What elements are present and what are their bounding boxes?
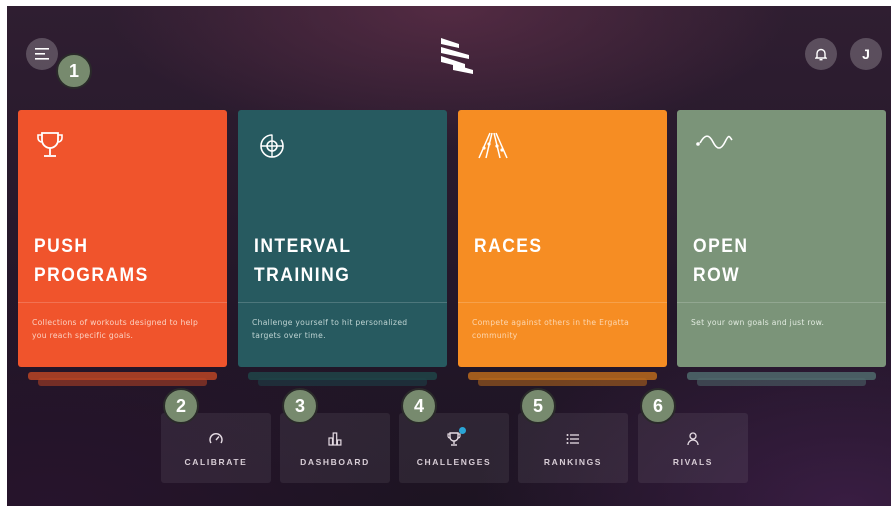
card-push-programs-container: PUSH PROGRAMS Collections of workouts de… xyxy=(18,110,227,386)
callout-badge-1: 1 xyxy=(56,53,92,89)
card-stack-middle xyxy=(28,372,217,380)
menu-button[interactable] xyxy=(26,38,58,70)
tab-label: RIVALS xyxy=(672,457,714,467)
card-push-programs[interactable]: PUSH PROGRAMS Collections of workouts de… xyxy=(18,110,227,367)
avatar-initial: J xyxy=(862,46,870,62)
race-lanes-icon xyxy=(478,132,508,159)
app-screen: J PUSH PROGRAMS Collections of workouts … xyxy=(7,6,891,506)
list-icon xyxy=(566,434,579,444)
bell-icon xyxy=(815,48,827,60)
hamburger-menu-icon xyxy=(35,48,49,60)
bar-chart-icon xyxy=(328,432,342,446)
card-description: Compete against others in the Ergatta co… xyxy=(472,318,630,340)
target-icon xyxy=(260,134,284,158)
callout-badge-3: 3 xyxy=(282,388,318,424)
card-title: PUSH PROGRAMS xyxy=(34,236,149,286)
person-icon xyxy=(687,432,699,446)
tab-label: RANKINGS xyxy=(543,457,603,467)
tab-label: CHALLENGES xyxy=(416,457,492,467)
card-description: Challenge yourself to hit personalized t… xyxy=(252,318,408,340)
card-races-container: RACES Compete against others in the Erga… xyxy=(458,110,667,386)
card-divider xyxy=(458,302,667,303)
callout-badge-6: 6 xyxy=(640,388,676,424)
card-divider xyxy=(677,302,886,303)
card-title: INTERVAL TRAINING xyxy=(254,236,352,286)
callout-badge-5: 5 xyxy=(520,388,556,424)
profile-avatar-button[interactable]: J xyxy=(850,38,882,70)
card-open-row[interactable]: OPEN ROW Set your own goals and just row… xyxy=(677,110,886,367)
card-races[interactable]: RACES Compete against others in the Erga… xyxy=(458,110,667,367)
ergatta-logo-icon xyxy=(441,38,473,74)
card-interval-training-container: INTERVAL TRAINING Challenge yourself to … xyxy=(238,110,447,386)
callout-badge-2: 2 xyxy=(163,388,199,424)
card-divider xyxy=(18,302,227,303)
card-title: RACES xyxy=(474,236,543,257)
card-interval-training[interactable]: INTERVAL TRAINING Challenge yourself to … xyxy=(238,110,447,367)
new-challenge-indicator xyxy=(459,427,466,434)
callout-badge-4: 4 xyxy=(401,388,437,424)
trophy-icon xyxy=(37,132,63,157)
card-stack-middle xyxy=(468,372,657,380)
tab-label: CALIBRATE xyxy=(184,457,248,467)
card-divider xyxy=(238,302,447,303)
gauge-icon xyxy=(209,433,223,444)
card-description: Collections of workouts designed to help… xyxy=(32,318,199,340)
notifications-button[interactable] xyxy=(805,38,837,70)
card-description: Set your own goals and just row. xyxy=(691,318,825,327)
wave-icon xyxy=(696,135,733,149)
card-stack-middle xyxy=(687,372,876,380)
card-open-row-container: OPEN ROW Set your own goals and just row… xyxy=(677,110,886,386)
card-title: OPEN ROW xyxy=(693,236,749,286)
card-stack-middle xyxy=(248,372,437,380)
tab-label: DASHBOARD xyxy=(300,457,370,467)
